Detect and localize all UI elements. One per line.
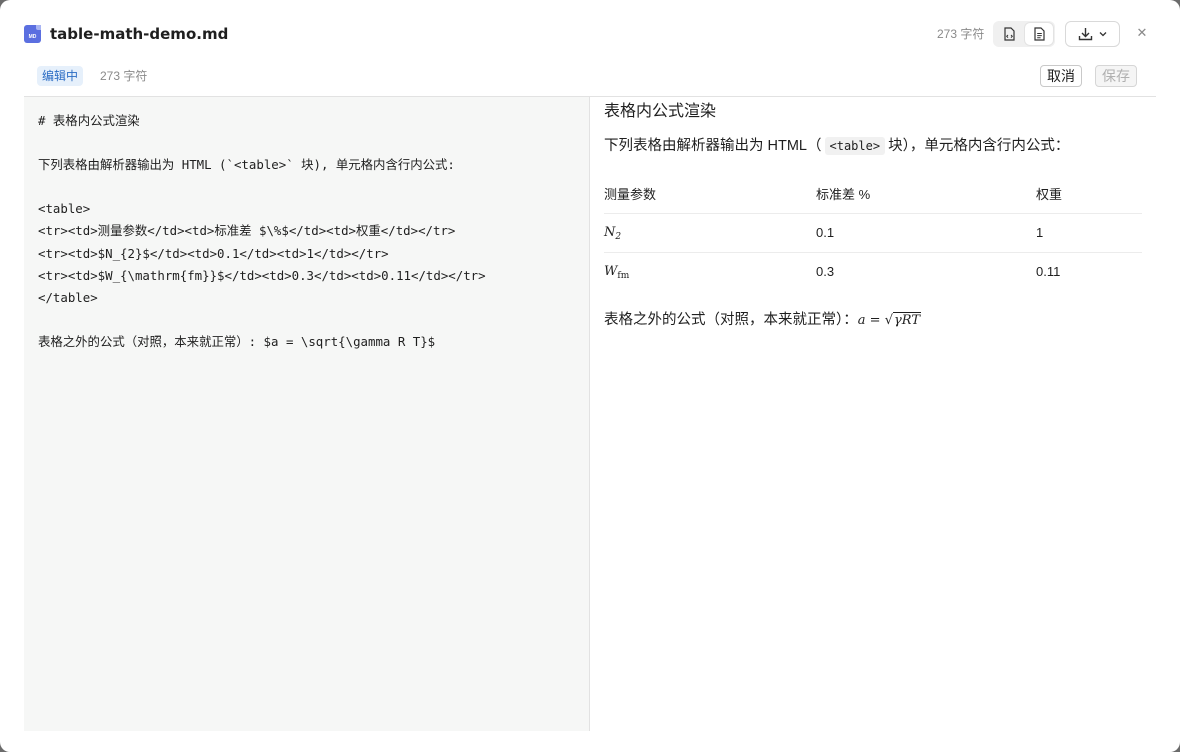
preview-heading: 表格内公式渲染: [604, 103, 717, 120]
table-cell: 1: [1036, 213, 1142, 253]
table-cell: 0.3: [816, 264, 835, 280]
editor-line: </table>: [38, 290, 98, 305]
table-header-cell: 测量参数: [604, 174, 816, 214]
cancel-button[interactable]: 取消: [1040, 65, 1082, 87]
toolbar-char-count: 273 字符: [100, 69, 148, 83]
editor-line: <tr><td>$N_{2}$</td><td>0.1</td><td>1</t…: [38, 246, 389, 261]
markdown-editor[interactable]: # 表格内公式渲染 下列表格由解析器输出为 HTML (`<table>` 块)…: [24, 97, 590, 731]
status-badge: 编辑中: [37, 66, 84, 86]
table-row: Wfm 0.3 0.11: [604, 252, 1142, 291]
markdown-preview: 表格内公式渲染 下列表格由解析器输出为 HTML（ <table> 块），单元格内含…: [591, 97, 1156, 731]
editor-line: <tr><td>测量参数</td><td>标准差 $\%$</td><td>权重…: [38, 223, 456, 238]
chevron-down-icon: [1099, 32, 1107, 37]
download-dropdown-button[interactable]: [1065, 21, 1120, 47]
inline-code: <table>: [824, 137, 886, 155]
header-char-count: 273 字符: [937, 27, 985, 41]
preview-paragraph: 下列表格由解析器输出为 HTML（ <table> 块），单元格内含行内公式：: [604, 137, 1070, 155]
close-icon[interactable]: ✕: [1134, 24, 1150, 42]
display-formula: a = √γRT: [857, 312, 921, 328]
preview-view-button[interactable]: [1025, 23, 1053, 45]
table-header-cell: 权重: [1036, 174, 1142, 214]
table-cell: 0.11: [1036, 264, 1061, 280]
table-header-cell: 标准差 %: [816, 174, 1036, 214]
source-view-button[interactable]: [995, 23, 1023, 45]
view-mode-toggle: [993, 21, 1055, 47]
preview-table: 测量参数 标准差 % 权重 N2 0.1 1 Wfm 0.3 0.11: [604, 174, 1142, 291]
table-cell-formula: N2: [604, 213, 816, 253]
editor-line: 下列表格由解析器输出为 HTML (`<table>` 块), 单元格内含行内公…: [38, 157, 455, 172]
editor-line: # 表格内公式渲染: [38, 113, 140, 128]
table-cell: 0.1: [816, 213, 1036, 253]
preview-formula-paragraph: 表格之外的公式（对照，本来就正常）：a = √γRT: [604, 312, 921, 328]
editor-line: <table>: [38, 201, 91, 216]
table-header-row: 测量参数 标准差 % 权重: [604, 174, 1142, 214]
dialog-header: MD table-math-demo.md 273 字符 ✕: [0, 0, 1180, 66]
markdown-file-icon: MD: [24, 25, 41, 43]
file-code-icon: [1003, 27, 1015, 41]
download-icon: [1078, 28, 1093, 41]
file-text-icon: [1033, 27, 1045, 41]
editor-line: <tr><td>$W_{\mathrm{fm}}$</td><td>0.3</t…: [38, 268, 486, 283]
save-button[interactable]: 保存: [1095, 65, 1137, 87]
editor-line: 表格之外的公式（对照，本来就正常）: $a = \sqrt{\gamma R T…: [38, 334, 436, 349]
document-dialog: MD table-math-demo.md 273 字符 ✕ 编辑中 273 字…: [0, 0, 1180, 752]
table-row: N2 0.1 1: [604, 213, 1142, 253]
table-cell-formula: Wfm: [604, 263, 630, 281]
file-name: table-math-demo.md: [50, 25, 229, 43]
